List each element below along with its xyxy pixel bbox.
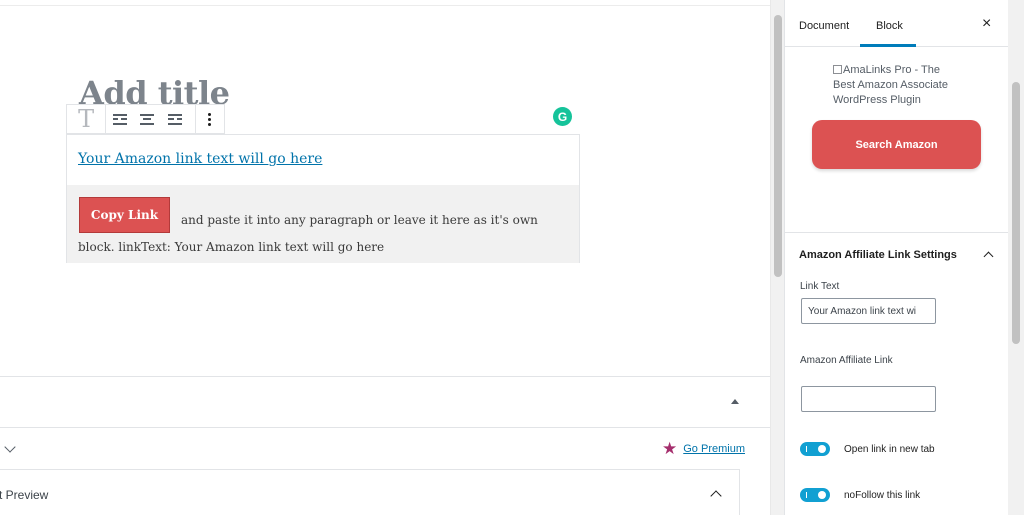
header-divider bbox=[0, 5, 770, 6]
preview-panel-title[interactable]: t Preview bbox=[0, 488, 48, 502]
nofollow-toggle-label: noFollow this link bbox=[844, 489, 921, 501]
tab-document[interactable]: Document bbox=[799, 20, 849, 32]
editor-scrollbar-thumb[interactable] bbox=[774, 15, 782, 277]
chevron-down-icon[interactable] bbox=[4, 441, 16, 453]
active-tab-indicator bbox=[860, 44, 916, 47]
copy-link-button[interactable]: Copy Link bbox=[79, 197, 170, 233]
sidebar-scrollbar-thumb[interactable] bbox=[1012, 82, 1020, 344]
caret-up-icon[interactable] bbox=[731, 399, 739, 404]
meta-box-divider bbox=[0, 427, 770, 428]
block-toolbar: T bbox=[66, 104, 225, 134]
preview-panel: t Preview bbox=[0, 469, 740, 515]
logo-alt-text: AmaLinks Pro - The Best Amazon Associate… bbox=[833, 64, 948, 106]
editor-scrollbar[interactable] bbox=[770, 0, 784, 515]
tab-block[interactable]: Block bbox=[876, 20, 903, 32]
chevron-up-icon[interactable] bbox=[983, 251, 994, 262]
broken-image-icon bbox=[833, 65, 842, 74]
amazon-link-text[interactable]: Your Amazon link text will go here bbox=[78, 151, 322, 167]
close-icon[interactable]: × bbox=[982, 16, 991, 32]
chevron-up-icon[interactable] bbox=[710, 490, 722, 502]
block-type-icon[interactable]: T bbox=[67, 105, 107, 133]
align-right-icon[interactable] bbox=[161, 105, 188, 133]
affiliate-link-label: Amazon Affiliate Link bbox=[800, 355, 893, 366]
go-premium-link[interactable]: ★ Go Premium bbox=[662, 440, 745, 457]
link-text-label: Link Text bbox=[800, 281, 840, 292]
amalinks-logo: AmaLinks Pro - The Best Amazon Associate… bbox=[833, 63, 963, 108]
more-options-icon[interactable] bbox=[194, 105, 224, 133]
settings-sidebar: Document Block × AmaLinks Pro - The Best… bbox=[784, 0, 1009, 515]
go-premium-label[interactable]: Go Premium bbox=[683, 443, 745, 455]
new-tab-toggle-row: Open link in new tab bbox=[800, 442, 935, 456]
nofollow-toggle-row: noFollow this link bbox=[800, 488, 920, 502]
search-amazon-button[interactable]: Search Amazon bbox=[812, 120, 981, 169]
panel-title[interactable]: Amazon Affiliate Link Settings bbox=[799, 249, 957, 261]
new-tab-toggle[interactable] bbox=[800, 442, 830, 456]
copy-link-area: and paste it into any paragraph or leave… bbox=[67, 185, 579, 263]
link-text-input[interactable]: Your Amazon link text wi bbox=[801, 298, 936, 324]
meta-box-divider bbox=[0, 376, 770, 377]
grammarly-icon[interactable]: G bbox=[553, 107, 572, 126]
new-tab-toggle-label: Open link in new tab bbox=[844, 443, 935, 455]
align-center-icon[interactable] bbox=[134, 105, 161, 133]
star-icon: ★ bbox=[662, 439, 678, 458]
editor-canvas: Add title T G Your Amazon link text will… bbox=[0, 0, 770, 515]
panel-divider bbox=[785, 232, 1009, 233]
amazon-link-block[interactable]: Your Amazon link text will go here and p… bbox=[66, 134, 580, 263]
affiliate-link-input[interactable] bbox=[801, 386, 936, 412]
align-left-icon[interactable] bbox=[106, 105, 133, 133]
nofollow-toggle[interactable] bbox=[800, 488, 830, 502]
sidebar-scrollbar[interactable] bbox=[1008, 0, 1024, 515]
sidebar-tabs: Document Block × bbox=[785, 0, 1009, 47]
